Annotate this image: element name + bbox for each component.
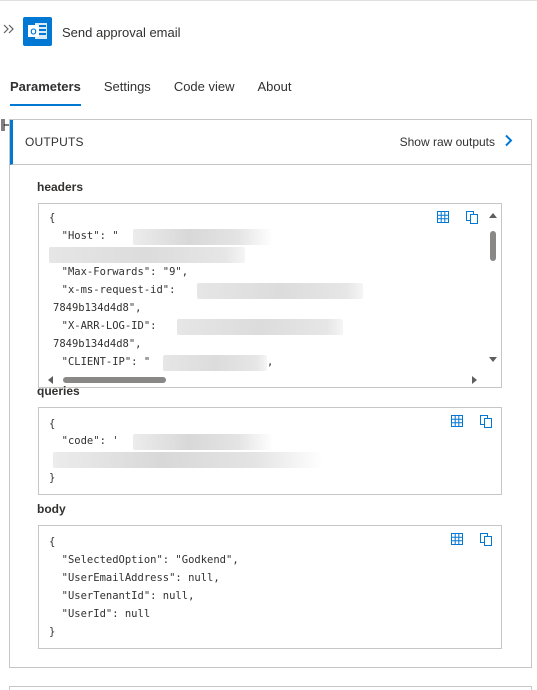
scroll-right-icon[interactable] — [472, 376, 477, 384]
tab-settings[interactable]: Settings — [104, 78, 151, 106]
tab-bar: Parameters Settings Code view About — [10, 78, 315, 106]
copy-icon[interactable] — [479, 414, 493, 428]
copy-icon[interactable] — [465, 210, 479, 224]
redacted-value — [133, 229, 273, 245]
svg-text:O: O — [30, 28, 36, 37]
code-line: "x-ms-request-id": — [49, 284, 176, 296]
outputs-header: OUTPUTS Show raw outputs — [10, 120, 531, 165]
top-border — [0, 0, 537, 1]
headers-code-box[interactable]: { "Host": " "Max-Forwards": "9", "x-ms-r… — [38, 203, 502, 388]
code-line: "UserId": null — [49, 608, 151, 620]
redacted-value — [163, 355, 267, 371]
queries-label: queries — [37, 384, 80, 398]
tab-about[interactable]: About — [258, 78, 292, 106]
queries-code-box[interactable]: { "code": ' } — [38, 407, 502, 495]
box-icon-group — [435, 414, 493, 428]
redacted-value — [53, 452, 323, 468]
table-view-icon[interactable] — [450, 532, 464, 546]
tab-parameters[interactable]: Parameters — [10, 78, 81, 106]
redacted-value — [197, 283, 363, 299]
outputs-panel: OUTPUTS Show raw outputs headers { "Host… — [9, 119, 532, 668]
code-line: { — [49, 418, 56, 430]
action-header: O Send approval email — [0, 12, 537, 52]
code-line: "code": ' — [49, 435, 119, 447]
tab-code-view[interactable]: Code view — [174, 78, 235, 106]
body-label: body — [37, 502, 66, 516]
double-chevron-right-icon[interactable] — [2, 22, 16, 36]
code-line: "Max-Forwards": "9", — [49, 266, 189, 278]
page-title: Send approval email — [62, 25, 181, 40]
code-line: 7849b134d4d8", — [53, 338, 142, 350]
vertical-scrollbar[interactable] — [486, 205, 500, 369]
table-view-icon[interactable] — [450, 414, 464, 428]
code-line: "X-ARR-LOG-ID": — [49, 320, 157, 332]
code-line: "CLIENT-IP": " — [49, 356, 151, 368]
scroll-left-icon[interactable] — [48, 376, 53, 384]
show-raw-outputs-label: Show raw outputs — [399, 135, 495, 149]
redacted-value — [49, 247, 245, 263]
code-line: } — [49, 472, 56, 484]
code-line: { — [49, 212, 56, 224]
code-line: "UserEmailAddress": null, — [49, 572, 220, 584]
chevron-right-icon — [504, 134, 513, 150]
table-view-icon[interactable] — [436, 210, 450, 224]
code-line: 7849b134d4d8", — [53, 302, 142, 314]
headers-label: headers — [37, 180, 84, 194]
box-icon-group — [421, 210, 479, 224]
code-line: "Host": " — [49, 230, 119, 242]
show-raw-outputs-link[interactable]: Show raw outputs — [400, 134, 513, 150]
next-panel-edge — [9, 686, 532, 690]
scrollbar-thumb[interactable] — [490, 231, 496, 261]
outputs-label: OUTPUTS — [25, 135, 84, 149]
code-line: "SelectedOption": "Godkend", — [49, 554, 239, 566]
body-code-box[interactable]: { "SelectedOption": "Godkend", "UserEmai… — [38, 525, 502, 649]
redacted-value — [177, 319, 343, 335]
redacted-value — [133, 434, 273, 450]
code-line: "UserTenantId": null, — [49, 590, 195, 602]
copy-icon[interactable] — [479, 532, 493, 546]
code-line: } — [49, 626, 56, 638]
scroll-down-icon[interactable] — [489, 357, 497, 362]
scroll-up-icon[interactable] — [489, 213, 497, 218]
code-line: { — [49, 536, 56, 548]
outlook-icon: O — [23, 17, 52, 46]
code-line: , — [267, 356, 274, 368]
horizontal-scrollbar[interactable] — [40, 374, 486, 386]
box-icon-group — [435, 532, 493, 546]
scrollbar-thumb[interactable] — [63, 377, 166, 383]
